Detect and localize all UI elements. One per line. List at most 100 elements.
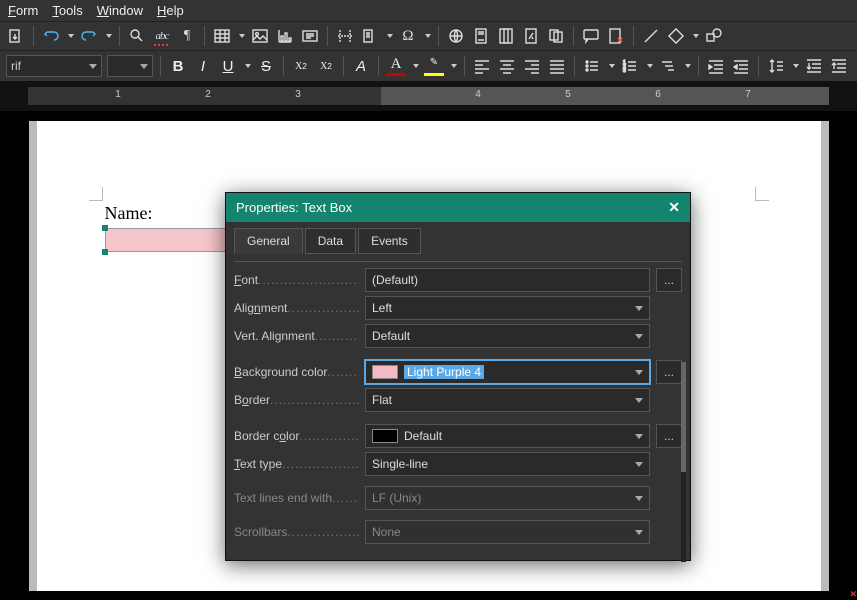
color-swatch: [372, 429, 398, 443]
shapes-dropdown[interactable]: [693, 34, 699, 38]
font-color-dropdown[interactable]: [413, 64, 419, 68]
insert-comment-icon[interactable]: [581, 26, 601, 46]
insert-chart-icon[interactable]: [275, 26, 295, 46]
insert-image-icon[interactable]: [250, 26, 270, 46]
prop-scrollbars-field: None: [365, 520, 650, 544]
prop-bgcolor-more-button[interactable]: ...: [656, 360, 682, 384]
cross-ref-icon[interactable]: [521, 26, 541, 46]
horizontal-ruler[interactable]: 1 2 3 4 5 6 7: [0, 81, 857, 111]
basic-shapes-icon[interactable]: [666, 26, 686, 46]
increase-indent-button[interactable]: [706, 56, 726, 76]
dialog-scrollbar[interactable]: [681, 362, 686, 562]
prop-valign-field[interactable]: Default: [365, 324, 650, 348]
close-icon[interactable]: ✕: [668, 199, 680, 216]
underline-dropdown[interactable]: [245, 64, 251, 68]
decrease-indent-button[interactable]: [731, 56, 751, 76]
page-break-icon[interactable]: [335, 26, 355, 46]
para-spacing-inc-button[interactable]: [804, 56, 824, 76]
strikethrough-button[interactable]: S: [256, 56, 276, 76]
clear-formatting-button[interactable]: A✕: [351, 56, 371, 76]
prop-bgcolor-label: Background color: [234, 365, 359, 379]
font-size-combo[interactable]: [107, 55, 153, 77]
table-dropdown[interactable]: [239, 34, 245, 38]
prop-bordercolor-field[interactable]: Default: [365, 424, 650, 448]
para-spacing-dec-button[interactable]: [829, 56, 849, 76]
prop-alignment-field[interactable]: Left: [365, 296, 650, 320]
menubar: FFormorm Tools Window Help: [0, 0, 857, 21]
prop-bgcolor-field[interactable]: Light Purple 4: [365, 360, 650, 384]
export-pdf-icon[interactable]: [6, 26, 26, 46]
tab-data[interactable]: Data: [305, 228, 356, 254]
outline-dropdown[interactable]: [685, 64, 691, 68]
align-right-button[interactable]: [522, 56, 542, 76]
line-spacing-dropdown[interactable]: [793, 64, 799, 68]
outline-button[interactable]: [658, 56, 678, 76]
prop-border-field[interactable]: Flat: [365, 388, 650, 412]
font-name-combo[interactable]: rif: [6, 55, 102, 77]
line-icon[interactable]: [641, 26, 661, 46]
separator: [119, 26, 120, 46]
tab-general[interactable]: General: [234, 228, 303, 254]
chevron-down-icon: [635, 462, 643, 467]
special-char-dropdown[interactable]: [425, 34, 431, 38]
properties-dialog: Properties: Text Box ✕ General Data Even…: [225, 192, 691, 561]
highlight-button[interactable]: ✎: [424, 56, 444, 76]
spellcheck-icon[interactable]: abc: [152, 26, 172, 46]
superscript-button[interactable]: X2: [291, 56, 311, 76]
bookmark-icon[interactable]: [496, 26, 516, 46]
highlight-dropdown[interactable]: [451, 64, 457, 68]
standard-toolbar: abc ¶ Ω: [0, 21, 857, 50]
number-dropdown[interactable]: [647, 64, 653, 68]
prop-bordercolor-more-button[interactable]: ...: [656, 424, 682, 448]
insert-textbox-icon[interactable]: [300, 26, 320, 46]
separator: [204, 26, 205, 46]
hyperlink-icon[interactable]: [446, 26, 466, 46]
redo-dropdown[interactable]: [106, 34, 112, 38]
justify-button[interactable]: [547, 56, 567, 76]
align-center-button[interactable]: [497, 56, 517, 76]
align-left-button[interactable]: [472, 56, 492, 76]
track-changes-icon[interactable]: [606, 26, 626, 46]
separator: [573, 26, 574, 46]
scrollbar-thumb[interactable]: [681, 362, 686, 472]
underline-button[interactable]: U: [218, 56, 238, 76]
draw-functions-icon[interactable]: [704, 26, 724, 46]
separator: [633, 26, 634, 46]
tab-events[interactable]: Events: [358, 228, 421, 254]
prop-font-more-button[interactable]: ...: [656, 268, 682, 292]
bullet-list-button[interactable]: [582, 56, 602, 76]
chevron-down-icon: [635, 434, 643, 439]
special-char-icon[interactable]: Ω: [398, 26, 418, 46]
menu-window[interactable]: Window: [97, 3, 143, 18]
subscript-button[interactable]: X2: [316, 56, 336, 76]
separator: [574, 56, 575, 76]
separator: [464, 56, 465, 76]
font-color-button[interactable]: A: [386, 56, 406, 76]
svg-text:3: 3: [623, 68, 626, 74]
prop-font-field[interactable]: (Default): [365, 268, 650, 292]
comment-icon[interactable]: [546, 26, 566, 46]
table-icon[interactable]: [212, 26, 232, 46]
bullet-dropdown[interactable]: [609, 64, 615, 68]
find-replace-icon[interactable]: [127, 26, 147, 46]
formatting-marks-icon[interactable]: ¶: [177, 26, 197, 46]
menu-help[interactable]: Help: [157, 3, 184, 18]
field-dropdown[interactable]: [387, 34, 393, 38]
separator: [33, 26, 34, 46]
prop-eol-label: Text lines end with: [234, 491, 359, 505]
margin-mark: [755, 187, 769, 201]
undo-icon[interactable]: [41, 26, 61, 46]
menu-form[interactable]: FFormorm: [8, 3, 38, 18]
redo-icon[interactable]: [79, 26, 99, 46]
insert-field-icon[interactable]: [360, 26, 380, 46]
prop-font-label: Font: [234, 273, 359, 287]
footnote-icon[interactable]: [471, 26, 491, 46]
menu-tools[interactable]: Tools: [52, 3, 82, 18]
line-spacing-button[interactable]: [766, 56, 786, 76]
italic-button[interactable]: I: [193, 56, 213, 76]
dialog-titlebar[interactable]: Properties: Text Box ✕: [226, 193, 690, 222]
number-list-button[interactable]: 123: [620, 56, 640, 76]
bold-button[interactable]: B: [168, 56, 188, 76]
undo-dropdown[interactable]: [68, 34, 74, 38]
prop-texttype-field[interactable]: Single-line: [365, 452, 650, 476]
